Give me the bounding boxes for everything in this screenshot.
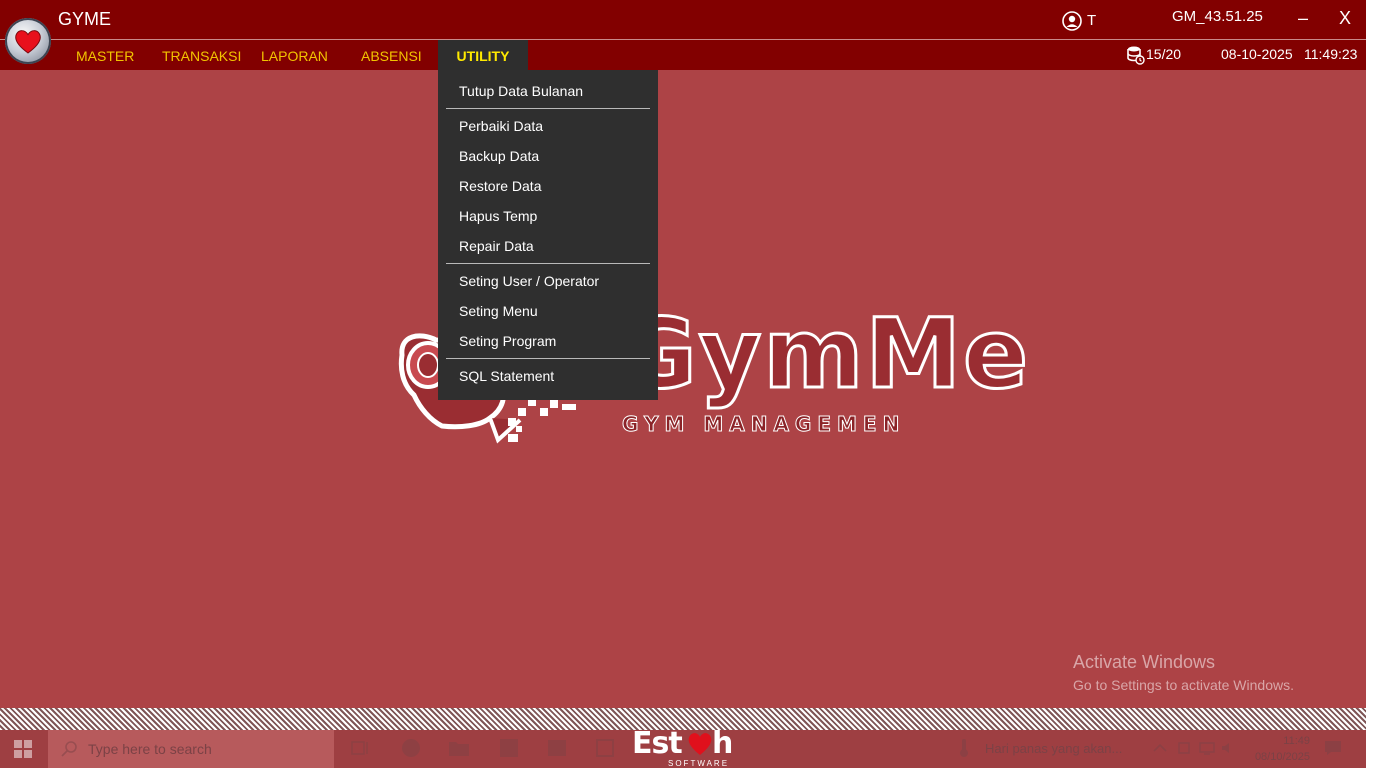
menu-separator <box>446 108 650 109</box>
app-window: GYME T GM_43.51.25 – X MASTER TRANSAKSI … <box>0 0 1366 768</box>
menu-item-seting-menu[interactable]: Seting Menu <box>459 303 538 319</box>
tray-app-icon[interactable] <box>1176 740 1192 756</box>
brand-logo-subtitle: SOFTWARE <box>668 759 730 768</box>
menu-item-seting-user-operator[interactable]: Seting User / Operator <box>459 273 599 289</box>
app-title: GYME <box>58 9 112 29</box>
volume-icon[interactable] <box>1220 740 1236 756</box>
calculator-icon[interactable] <box>498 738 520 758</box>
app-logo <box>5 18 51 64</box>
thermometer-icon <box>960 739 968 757</box>
brand-logo-left: Est <box>632 726 683 761</box>
brand-heart-icon <box>688 733 712 755</box>
app-report-icon[interactable] <box>594 738 616 758</box>
user-icon[interactable] <box>1062 11 1082 31</box>
menu-utility[interactable]: UTILITY <box>438 40 528 70</box>
current-time: 11:49:23 <box>1304 46 1358 62</box>
menu-absensi[interactable]: ABSENSI <box>361 40 422 70</box>
menu-item-perbaiki-data[interactable]: Perbaiki Data <box>459 118 543 134</box>
taskbar-clock[interactable]: 11:49 08/10/2025 <box>1248 733 1310 765</box>
menu-item-restore-data[interactable]: Restore Data <box>459 178 541 194</box>
activate-windows-subtitle: Go to Settings to activate Windows. <box>1073 677 1294 693</box>
title-bar <box>0 0 1366 40</box>
user-name: T <box>1087 12 1097 29</box>
weather-widget-text[interactable]: Hari panas yang akan... <box>985 741 1122 756</box>
menu-item-backup-data[interactable]: Backup Data <box>459 148 539 164</box>
menu-item-hapus-temp[interactable]: Hapus Temp <box>459 208 537 224</box>
file-explorer-icon[interactable] <box>448 738 470 758</box>
taskbar-search-placeholder: Type here to search <box>88 741 212 757</box>
menu-separator <box>446 358 650 359</box>
minimize-button[interactable]: – <box>1290 4 1316 32</box>
current-date: 08-10-2025 <box>1221 46 1293 62</box>
menu-transaksi[interactable]: TRANSAKSI <box>162 40 241 70</box>
network-icon[interactable] <box>1199 740 1215 756</box>
activate-windows-title: Activate Windows <box>1073 652 1216 672</box>
utility-dropdown-menu: Tutup Data Bulanan Perbaiki Data Backup … <box>438 70 658 400</box>
chevron-up-icon[interactable] <box>1152 740 1168 756</box>
notification-icon[interactable] <box>1324 740 1342 756</box>
task-view-icon[interactable] <box>350 738 372 758</box>
close-button[interactable]: X <box>1332 4 1358 32</box>
menu-laporan[interactable]: LAPORAN <box>261 40 328 70</box>
logo-wordmark: GymMe <box>616 298 1031 410</box>
logo-subtitle: GYM MANAGEMEN <box>621 412 906 437</box>
menu-item-sql-statement[interactable]: SQL Statement <box>459 368 554 384</box>
connection-count: 15/20 <box>1146 46 1182 62</box>
striped-footer-band <box>0 708 1366 730</box>
heart-icon <box>15 30 41 54</box>
menu-master[interactable]: MASTER <box>76 40 134 70</box>
app-us-icon[interactable] <box>546 738 568 758</box>
version-label: GM_43.51.25 <box>1172 8 1263 25</box>
menu-item-seting-program[interactable]: Seting Program <box>459 333 556 349</box>
taskbar-clock-time: 11:49 <box>1283 735 1310 747</box>
brand-logo-right: h <box>712 726 734 761</box>
database-icon <box>1127 46 1145 65</box>
taskbar-clock-date: 08/10/2025 <box>1254 751 1310 763</box>
windows-start-icon[interactable] <box>14 740 32 758</box>
edge-browser-icon[interactable] <box>400 738 422 758</box>
menu-item-repair-data[interactable]: Repair Data <box>459 238 534 254</box>
menu-separator <box>446 263 650 264</box>
menu-item-tutup-data-bulanan[interactable]: Tutup Data Bulanan <box>459 83 583 99</box>
search-icon <box>61 741 77 757</box>
